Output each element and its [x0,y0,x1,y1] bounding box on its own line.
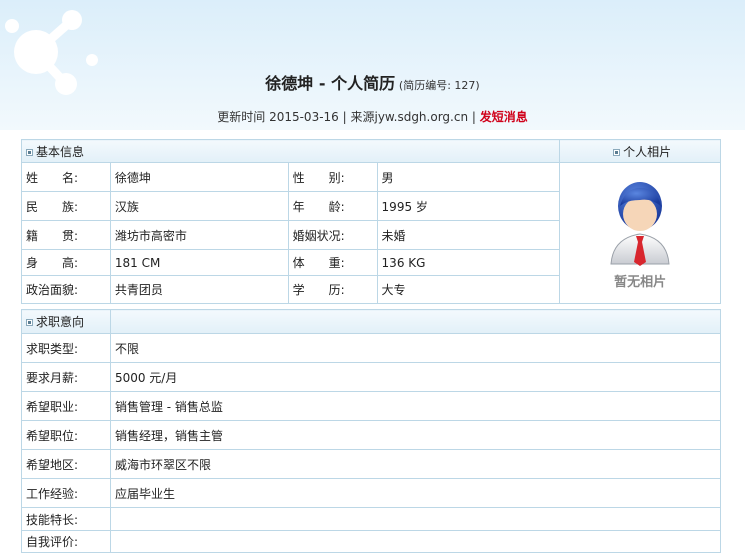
table-row: 自我评价: [21,530,722,553]
basic-info-header: 基本信息 [20,139,561,163]
section-bullet-icon [26,148,33,156]
field-label: 工作经验: [21,478,111,508]
table-row: 姓 名: 徐德坤 性 别: 男 暂无相片 [21,162,721,304]
table-row: 技能特长: [21,507,722,531]
resume-title-text: 个人简历 [331,74,396,93]
table-row: 希望地区: 威海市环翠区不限 [21,449,722,479]
field-value [109,530,722,553]
field-value: 大专 [376,275,561,304]
table-row: 工作经验: 应届毕业生 [21,478,722,508]
field-label: 姓 名: [21,162,111,192]
send-message-link[interactable]: 发短消息 [480,110,528,124]
resume-person-name: 徐德坤 [265,74,314,93]
field-value: 潍坊市高密市 [109,220,289,250]
field-value: 136 KG [376,249,561,276]
resume-number-suffix: ) [475,79,480,92]
field-label: 年 龄: [287,191,378,221]
avatar-placeholder-icon [610,182,670,266]
field-value: 男 [376,162,561,192]
field-value: 汉族 [109,191,289,221]
field-label: 希望职业: [21,391,111,421]
job-intent-header-fill [109,309,722,334]
page-header: 徐德坤 - 个人简历 (简历编号: 127) 更新时间 2015-03-16 |… [0,0,745,130]
field-label: 希望地区: [21,449,111,479]
field-value: 应届毕业生 [109,478,722,508]
field-value: 1995 岁 [376,191,561,221]
update-info: 更新时间 2015-03-16 | 来源jyw.sdgh.org.cn | 发短… [0,108,745,125]
table-row: 要求月薪: 5000 元/月 [21,362,722,392]
no-photo-text: 暂无相片 [614,275,667,290]
source-text: 来源jyw.sdgh.org.cn [350,110,469,124]
field-label: 民 族: [21,191,111,221]
resume-number-prefix: (简历编号: [398,79,455,92]
field-label: 求职类型: [21,333,111,363]
field-label: 要求月薪: [21,362,111,392]
basic-info-title: 基本信息 [36,144,85,159]
field-label: 技能特长: [21,507,111,531]
field-label: 身 高: [21,249,111,276]
resume-title: 徐德坤 - 个人简历 (简历编号: 127) [0,70,745,94]
update-label: 更新时间 [217,110,270,124]
separator: | [338,110,351,124]
field-label: 性 别: [287,162,378,192]
field-value: 销售管理 - 销售总监 [109,391,722,421]
table-row: 希望职位: 销售经理，销售主管 [21,420,722,450]
field-value: 不限 [109,333,722,363]
field-value: 徐德坤 [109,162,289,192]
field-value [109,507,722,531]
job-intent-header: 求职意向 [21,309,111,334]
basic-info-table: 基本信息 个人相片 姓 名: 徐德坤 性 别: 男 暂无相片 民 族: 汉族 年… [20,139,721,304]
title-separator: - [313,74,332,93]
job-intent-title: 求职意向 [36,315,85,329]
field-label: 籍 贯: [21,220,111,250]
field-value: 销售经理，销售主管 [109,420,722,450]
field-value: 威海市环翠区不限 [109,449,722,479]
field-value: 共青团员 [109,275,289,304]
update-date: 2015-03-16 [269,110,339,124]
photo-header: 个人相片 [559,139,721,163]
separator: | [468,110,480,124]
section-bullet-icon [26,319,33,326]
photo-cell: 暂无相片 [559,162,721,304]
table-row: 求职类型: 不限 [21,333,722,363]
field-label: 体 重: [287,249,378,276]
photo-title: 个人相片 [623,144,672,159]
field-value: 未婚 [376,220,561,250]
field-label: 婚姻状况: [287,220,378,250]
table-row: 希望职业: 销售管理 - 销售总监 [21,391,722,421]
resume-number: 127 [454,79,476,92]
field-label: 希望职位: [21,420,111,450]
field-value: 181 CM [109,249,289,276]
field-label: 学 历: [287,275,378,304]
field-label: 政治面貌: [21,275,111,304]
field-value: 5000 元/月 [109,362,722,392]
job-intent-table: 求职意向 求职类型: 不限 要求月薪: 5000 元/月 希望职业: 销售管理 … [21,309,722,553]
field-label: 自我评价: [21,530,111,553]
section-bullet-icon [613,148,621,156]
